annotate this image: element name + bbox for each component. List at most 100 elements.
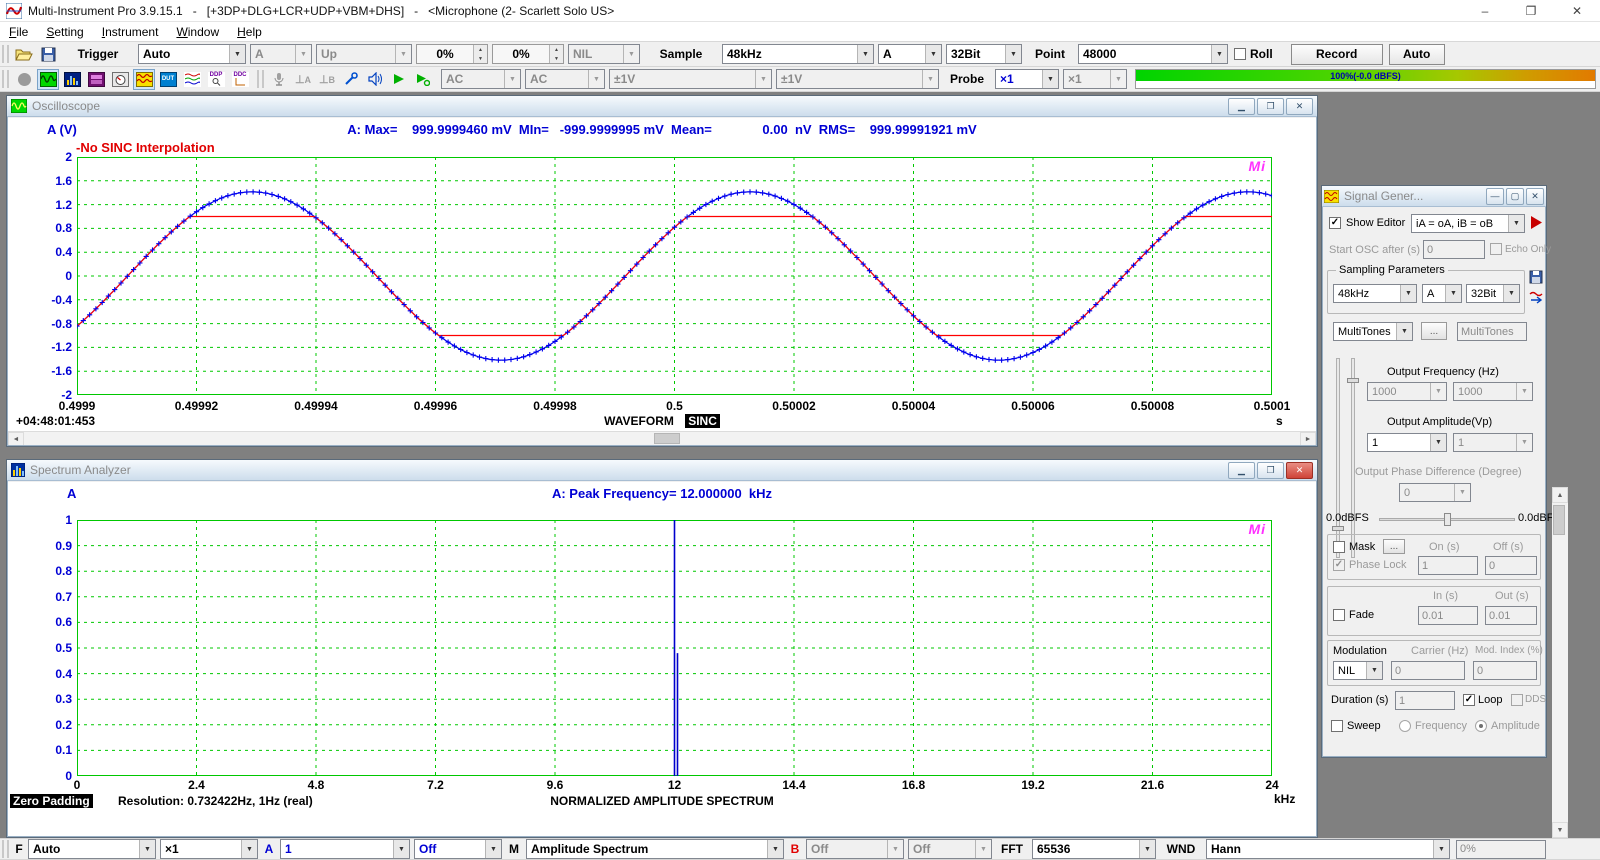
probe-a-select[interactable]: ×1▼	[995, 69, 1059, 89]
range-b-select[interactable]: ±1V▼	[776, 69, 939, 89]
menu-setting[interactable]: Setting	[37, 23, 92, 41]
modulation-select[interactable]: NIL▼	[1333, 661, 1383, 680]
osc-minimize-button[interactable]: ▁	[1228, 98, 1255, 115]
fft-size-select[interactable]: 65536▼	[1032, 839, 1156, 859]
trigger-hpf-select[interactable]: NIL▼	[568, 44, 640, 64]
speaker-icon[interactable]	[364, 69, 386, 90]
trigger-source-select[interactable]: A▼	[250, 44, 312, 64]
dut-icon[interactable]: DUT	[157, 69, 179, 90]
carrier-input[interactable]: 0	[1391, 661, 1465, 680]
osc-restore-button[interactable]: ❐	[1257, 98, 1284, 115]
scroll-left-icon[interactable]: ◄	[8, 432, 24, 445]
wnd-function-select[interactable]: Hann▼	[1206, 839, 1450, 859]
overlap-input[interactable]: 0%	[1456, 840, 1546, 859]
mask-checkbox[interactable]	[1333, 541, 1345, 553]
wave-b-input[interactable]: MultiTones	[1457, 322, 1527, 341]
multi-instrument-icon[interactable]	[85, 69, 107, 90]
siggen-rate-select[interactable]: 48kHz▼	[1333, 284, 1417, 303]
ddp-viewer-icon[interactable]: DDP	[205, 69, 227, 90]
ddc-icon[interactable]: DDC	[229, 69, 251, 90]
trigger-mode-select[interactable]: Auto▼	[138, 44, 246, 64]
roll-checkbox[interactable]	[1234, 48, 1246, 60]
menu-help[interactable]: Help	[228, 23, 271, 41]
trigger-edge-select[interactable]: Up▼	[316, 44, 412, 64]
osc-hscrollbar[interactable]: ◄ ►	[8, 431, 1316, 445]
coupling-a-select[interactable]: AC▼	[441, 69, 521, 89]
trigger-delay-spinner[interactable]: 0%▲▼	[492, 44, 564, 64]
a-shift-select[interactable]: Off▼	[414, 839, 502, 859]
fade-checkbox[interactable]	[1333, 609, 1345, 621]
a-scale-select[interactable]: 1▼	[280, 839, 410, 859]
stop-icon[interactable]	[13, 69, 35, 90]
zoom-select[interactable]: ×1▼	[160, 839, 258, 859]
roll-checkbox-row[interactable]: Roll	[1234, 47, 1273, 61]
minimize-button[interactable]: –	[1462, 0, 1508, 21]
siggen-maximize-button[interactable]: ▢	[1506, 188, 1524, 205]
siggen-bits-select[interactable]: 32Bit▼	[1466, 284, 1520, 303]
scroll-right-icon[interactable]: ►	[1300, 432, 1316, 445]
reference-a-icon[interactable]: ⊥A	[292, 69, 314, 90]
output-slider-b[interactable]	[1351, 358, 1355, 558]
duration-input[interactable]: 1	[1395, 691, 1455, 710]
spectrum-analyzer-icon[interactable]	[61, 69, 83, 90]
osc-scroll-thumb[interactable]	[654, 433, 680, 444]
menu-window[interactable]: Window	[167, 23, 228, 41]
spectrum-titlebar[interactable]: Spectrum Analyzer ▁ ❐ ✕	[7, 460, 1317, 481]
play-output-icon[interactable]	[412, 69, 434, 90]
spin-down-icon[interactable]: ▼	[474, 54, 487, 63]
siggen-save-icon[interactable]	[1529, 270, 1543, 284]
spin-up-icon[interactable]: ▲	[474, 45, 487, 54]
play-icon[interactable]	[388, 69, 410, 90]
mask-more-button[interactable]: ...	[1383, 539, 1405, 554]
coupling-b-select[interactable]: AC▼	[525, 69, 605, 89]
slider-b-thumb[interactable]	[1347, 378, 1359, 383]
freq-a-select[interactable]: 1000▼	[1367, 382, 1447, 401]
microphone-icon[interactable]	[268, 69, 290, 90]
start-osc-input[interactable]: 0	[1423, 240, 1485, 259]
freq-b-select[interactable]: 1000▼	[1453, 382, 1533, 401]
spec-minimize-button[interactable]: ▁	[1228, 462, 1255, 479]
siggen-play-icon[interactable]	[1529, 215, 1543, 230]
menu-instrument[interactable]: Instrument	[93, 23, 168, 41]
show-editor-checkbox[interactable]	[1329, 217, 1341, 229]
probe-b-select[interactable]: ×1▼	[1063, 69, 1127, 89]
amp-b-select[interactable]: 1▼	[1453, 433, 1533, 452]
loop-checkbox[interactable]	[1463, 694, 1475, 706]
open-file-button[interactable]	[13, 44, 35, 65]
dbfs-slider[interactable]	[1379, 518, 1515, 521]
point-count-select[interactable]: 48000▼	[1078, 44, 1228, 64]
mod-index-input[interactable]: 0	[1473, 661, 1537, 680]
derived-data-icon[interactable]	[181, 69, 203, 90]
spec-restore-button[interactable]: ❐	[1257, 462, 1284, 479]
mask-off-input[interactable]: 0	[1485, 556, 1537, 575]
trigger-level-spinner[interactable]: 0%▲▼	[416, 44, 488, 64]
oscilloscope-icon[interactable]	[37, 69, 59, 90]
spin-up-icon[interactable]: ▲	[550, 45, 563, 54]
scroll-down-icon[interactable]: ▼	[1552, 822, 1568, 838]
calibration-icon[interactable]	[340, 69, 362, 90]
close-button[interactable]: ✕	[1554, 0, 1600, 21]
sweep-checkbox[interactable]	[1331, 720, 1343, 732]
spin-down-icon[interactable]: ▼	[550, 54, 563, 63]
routing-select[interactable]: iA = oA, iB = oB▼	[1411, 214, 1525, 233]
siggen-channel-select[interactable]: A▼	[1422, 284, 1462, 303]
menu-file[interactable]: File	[0, 23, 37, 41]
osc-sinc-badge[interactable]: SINC	[685, 414, 720, 428]
sample-bits-select[interactable]: 32Bit▼	[946, 44, 1022, 64]
oscilloscope-titlebar[interactable]: Oscilloscope ▁ ❐ ✕	[7, 96, 1317, 117]
sweep-frequency-radio[interactable]	[1399, 720, 1411, 732]
phase-lock-checkbox[interactable]	[1333, 559, 1345, 571]
view-mode-select[interactable]: Amplitude Spectrum▼	[526, 839, 784, 859]
siggen-stream-icon[interactable]	[1529, 290, 1543, 304]
siggen-titlebar[interactable]: Signal Gener... — ▢ ✕	[1322, 186, 1546, 207]
spec-plot-area[interactable]: Mi	[77, 520, 1272, 776]
record-button[interactable]: Record	[1291, 44, 1383, 65]
amp-a-select[interactable]: 1▼	[1367, 433, 1447, 452]
sample-rate-select[interactable]: 48kHz▼	[722, 44, 874, 64]
fade-out-input[interactable]: 0.01	[1485, 606, 1537, 625]
mdi-vscrollbar[interactable]: ▲ ▼	[1552, 487, 1568, 838]
siggen-minimize-button[interactable]: —	[1486, 188, 1504, 205]
time-mode-select[interactable]: Auto▼	[28, 839, 156, 859]
phase-select[interactable]: 0▼	[1399, 483, 1471, 502]
fade-in-input[interactable]: 0.01	[1418, 606, 1478, 625]
